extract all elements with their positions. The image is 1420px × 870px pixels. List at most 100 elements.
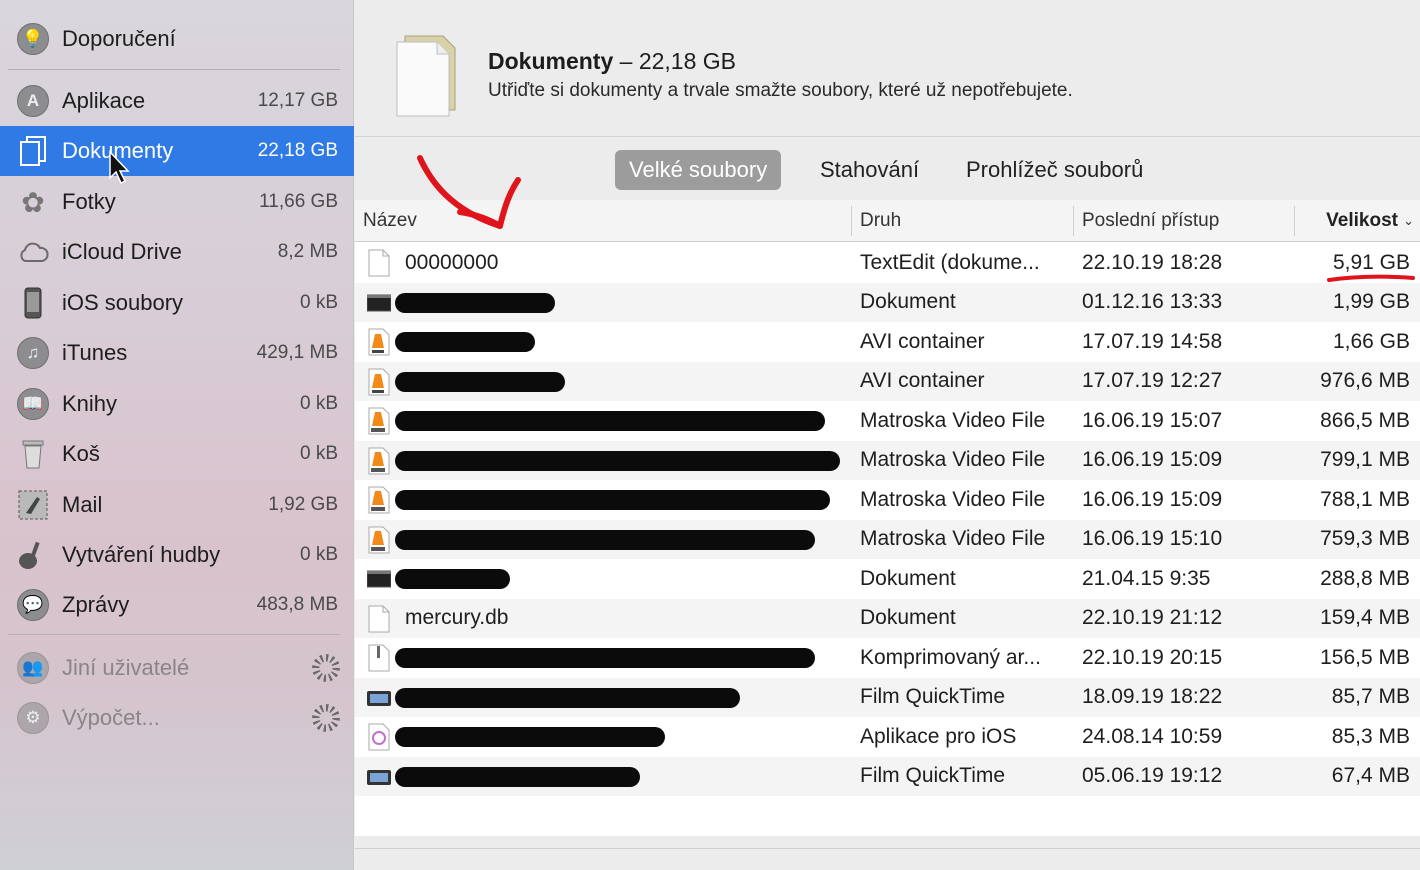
photos-flower-icon: ✿ xyxy=(21,186,45,218)
sidebar-item-size: 12,17 GB xyxy=(257,90,338,111)
header-divider xyxy=(355,136,1420,137)
document-stack-icon xyxy=(396,35,456,117)
sidebar-item-icloud-drive[interactable]: iCloud Drive 8,2 MB xyxy=(0,227,354,277)
itunes-app-icon xyxy=(367,723,391,751)
vlc-avi-icon xyxy=(367,368,391,396)
sidebar-item-label: Knihy xyxy=(62,391,118,416)
column-divider xyxy=(851,206,852,236)
file-last-access: 22.10.19 21:12 xyxy=(1082,606,1223,630)
sidebar-item-label: Vytváření hudby xyxy=(62,542,221,567)
tab-velke-soubory[interactable]: Velké soubory xyxy=(615,150,782,190)
sort-chevron-icon[interactable]: ⌄ xyxy=(1403,200,1414,242)
sidebar-item-other-users[interactable]: 👥 Jiní uživatelé xyxy=(0,643,354,693)
sidebar-item-knihy[interactable]: 📖 Knihy 0 kB xyxy=(0,379,354,429)
sidebar-item-fotky[interactable]: ✿ Fotky 11,66 GB xyxy=(0,177,354,227)
table-row[interactable]: Matroska Video File 16.06.19 15:10 759,3 M… xyxy=(355,519,1420,559)
file-last-access: 21.04.15 9:35 xyxy=(1082,566,1211,590)
sidebar-item-label: Výpočet... xyxy=(62,705,160,730)
blank-doc-icon xyxy=(367,249,391,277)
redaction-marker xyxy=(395,292,555,313)
sidebar-item-dokumenty[interactable]: Dokumenty 22,18 GB xyxy=(0,126,354,176)
main-panel: Dokumenty – 22,18 GB Utřiďte si dokument… xyxy=(355,0,1420,870)
file-kind: Dokument xyxy=(860,566,956,590)
table-row[interactable]: 00000000 TextEdit (dokume... 22.10.19 18:2… xyxy=(355,243,1420,283)
column-divider xyxy=(1073,206,1074,236)
file-kind: Film QuickTime xyxy=(860,685,1006,709)
music-note-icon: ♫ xyxy=(16,336,50,370)
sidebar-item-ios-soubory[interactable]: iOS soubory 0 kB xyxy=(0,278,354,328)
file-name: mercury.db xyxy=(405,606,509,630)
file-size: 288,8 MB xyxy=(1320,566,1410,590)
sidebar-item-size: 0 kB xyxy=(299,292,338,313)
file-size: 156,5 MB xyxy=(1320,645,1410,669)
table-row[interactable]: Aplikace pro iOS 24.08.14 10:59 85,3 MB xyxy=(355,717,1420,757)
terminal-doc-icon xyxy=(366,565,392,593)
tab-stahovani[interactable]: Stahování xyxy=(806,150,933,190)
page-title: Dokumenty – 22,18 GB xyxy=(488,48,736,74)
file-kind: AVI container xyxy=(860,329,985,353)
sidebar-item-size: 0 kB xyxy=(299,544,338,565)
sidebar-item-label: Jiní uživatelé xyxy=(62,655,190,680)
sidebar-item-label: iCloud Drive xyxy=(62,239,182,264)
file-size: 85,7 MB xyxy=(1331,685,1410,709)
table-row[interactable]: Film QuickTime 05.06.19 19:12 67,4 MB xyxy=(355,756,1420,796)
redaction-marker xyxy=(395,648,815,668)
table-row[interactable]: Matroska Video File 16.06.19 15:09 788,1 M… xyxy=(355,480,1420,520)
sidebar-item-size: 8,2 MB xyxy=(277,241,338,262)
sidebar-item-aplikace[interactable]: A Aplikace 12,17 GB xyxy=(0,76,354,126)
file-kind: Dokument xyxy=(860,606,956,630)
file-last-access: 16.06.19 15:07 xyxy=(1082,408,1223,432)
file-size: 976,6 MB xyxy=(1320,369,1410,393)
sidebar-item-zpravy[interactable]: 💬 Zprávy 483,8 MB xyxy=(0,580,354,630)
tab-prohlizec-souboru[interactable]: Prohlížeč souborů xyxy=(952,150,1157,190)
sidebar-item-label: Mail xyxy=(62,492,103,517)
phone-icon xyxy=(16,286,50,320)
file-size: 759,3 MB xyxy=(1320,527,1410,551)
gear-icon: ⚙ xyxy=(16,701,50,735)
sidebar: 💡 Doporučení A Aplikace 12,17 GB Dokumen… xyxy=(0,0,354,870)
sidebar-item-label: Fotky xyxy=(62,189,116,214)
vlc-mkv-icon xyxy=(367,486,391,514)
table-row[interactable]: AVI container 17.07.19 12:27 976,6 MB xyxy=(355,361,1420,401)
file-size: 67,4 MB xyxy=(1331,764,1410,788)
file-last-access: 17.07.19 12:27 xyxy=(1082,369,1223,393)
table-row[interactable]: Dokument 01.12.16 13:33 1,99 GB xyxy=(355,282,1420,322)
sidebar-divider xyxy=(8,634,340,635)
file-last-access: 22.10.19 18:28 xyxy=(1082,250,1223,274)
red-underline-annotation-icon xyxy=(1327,274,1415,282)
table-row[interactable]: Film QuickTime 18.09.19 18:22 85,7 MB xyxy=(355,677,1420,717)
column-header-kind[interactable]: Druh xyxy=(860,200,901,242)
file-last-access: 18.09.19 18:22 xyxy=(1082,685,1223,709)
table-row[interactable]: Dokument 21.04.15 9:35 288,8 MB xyxy=(355,559,1420,599)
file-kind: AVI container xyxy=(860,369,985,393)
file-kind: Matroska Video File xyxy=(860,448,1046,472)
column-header-last-access[interactable]: Poslední přístup xyxy=(1082,200,1219,242)
file-last-access: 22.10.19 20:15 xyxy=(1082,645,1223,669)
sidebar-item-computing[interactable]: ⚙ Výpočet... xyxy=(0,693,354,743)
terminal-doc-icon xyxy=(366,289,392,317)
sidebar-item-label: iTunes xyxy=(62,340,128,365)
table-row[interactable]: Komprimovaný ar... 22.10.19 20:15 156,5 MB xyxy=(355,638,1420,678)
sidebar-item-mail[interactable]: Mail 1,92 GB xyxy=(0,480,354,530)
table-row[interactable]: Matroska Video File 16.06.19 15:07 866,5 M… xyxy=(355,401,1420,441)
sidebar-item-vytvareni-hudby[interactable]: Vytváření hudby 0 kB xyxy=(0,530,354,580)
file-size: 85,3 MB xyxy=(1331,724,1410,748)
table-row[interactable]: mercury.db Dokument 22.10.19 21:12 159,4 MB xyxy=(355,598,1420,638)
sidebar-item-size: 483,8 MB xyxy=(256,594,338,615)
sidebar-item-size: 0 kB xyxy=(299,443,338,464)
sidebar-item-kos[interactable]: Koš 0 kB xyxy=(0,429,354,479)
sidebar-item-itunes[interactable]: ♫ iTunes 429,1 MB xyxy=(0,328,354,378)
redaction-marker xyxy=(395,450,840,471)
vlc-mkv-icon xyxy=(367,407,391,435)
sidebar-item-doporuceni[interactable]: 💡 Doporučení xyxy=(0,14,354,64)
redaction-marker xyxy=(395,727,665,747)
blank-doc-icon xyxy=(367,605,391,633)
sidebar-item-label: iOS soubory xyxy=(62,290,184,315)
table-row[interactable]: AVI container 17.07.19 14:58 1,66 GB xyxy=(355,322,1420,362)
documents-icon xyxy=(16,134,50,168)
table-row[interactable]: Matroska Video File 16.06.19 15:09 799,1 M… xyxy=(355,440,1420,480)
column-header-size[interactable]: Velikost xyxy=(1326,200,1398,242)
redaction-marker xyxy=(395,569,510,589)
files-table: Název Druh Poslední přístup Velikost ⌄ 0… xyxy=(355,200,1420,836)
quicktime-icon xyxy=(367,763,391,791)
